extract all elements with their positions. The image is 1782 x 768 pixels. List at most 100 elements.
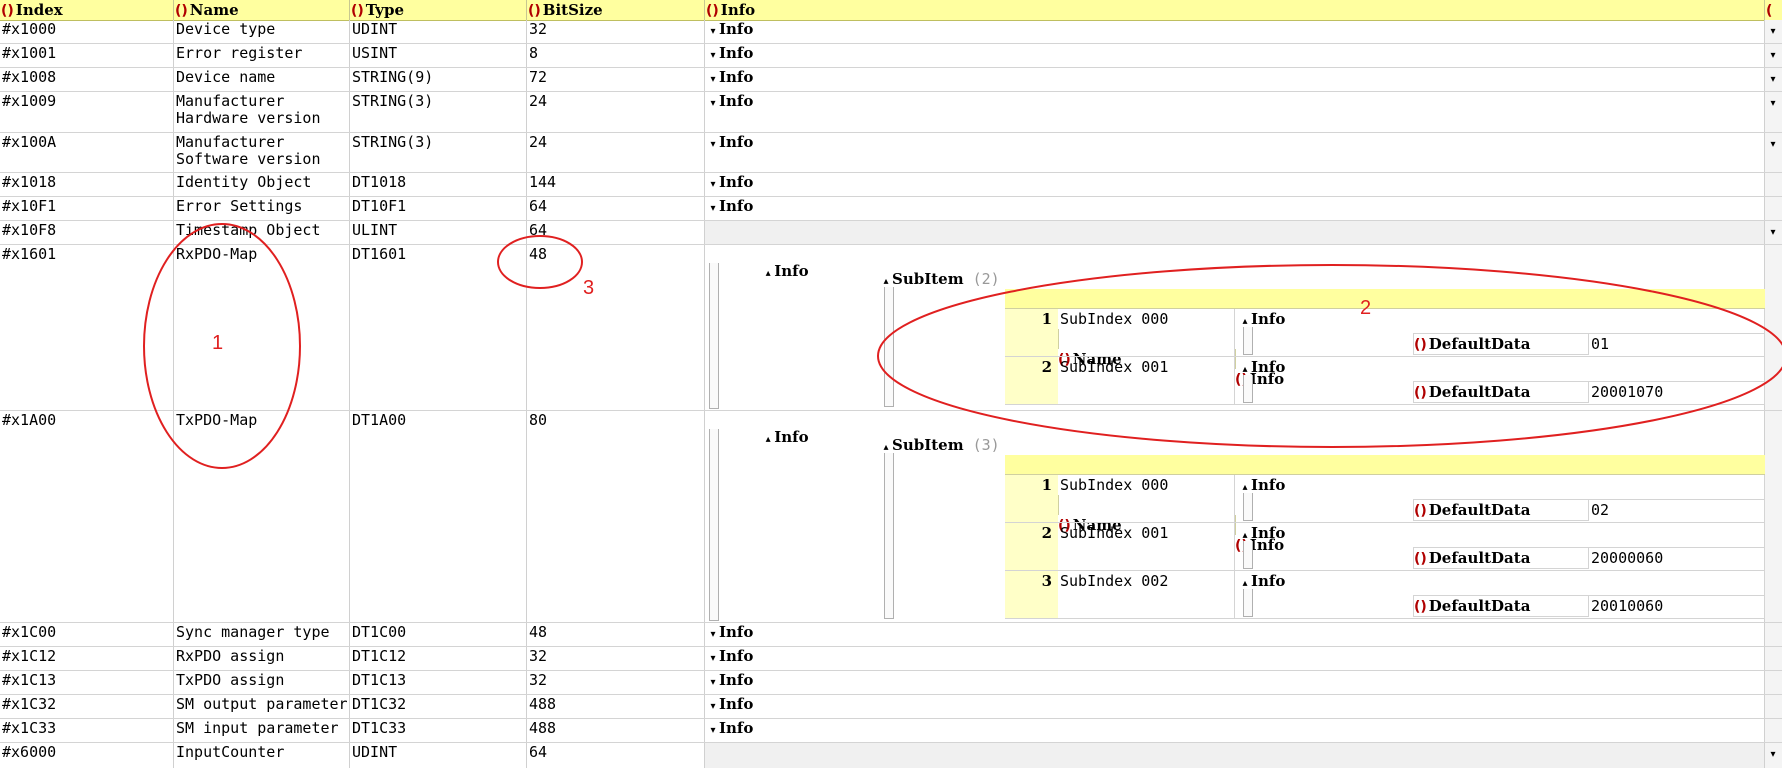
subitem-title[interactable]: ▴ SubItem (3) [880,435,999,458]
row-scroll-cell[interactable] [1765,719,1782,742]
info-cell[interactable]: ▾ Info [705,197,1765,220]
info-cell[interactable]: ▾ Info [705,671,1765,694]
subitem-info-scrollbar[interactable] [1243,589,1253,617]
triangle-down-icon[interactable]: ▾ [707,136,719,153]
header-info[interactable]: () Info [705,0,1765,20]
subitem-scrollbar[interactable] [884,453,894,619]
row-scroll-cell[interactable] [1765,411,1782,622]
row-expand-arrow[interactable]: ▾ [1765,44,1782,67]
triangle-down-icon[interactable]: ▾ [707,698,719,715]
info-cell[interactable]: ▾ Info [705,623,1765,646]
subitem-info-scrollbar[interactable] [1243,541,1253,569]
subitem-info-scrollbar[interactable] [1243,375,1253,403]
row-expand-arrow[interactable]: ▾ [1765,133,1782,172]
triangle-down-icon[interactable]: ▾ [707,71,719,88]
triangle-down-icon[interactable]: ▾ [1767,71,1779,88]
triangle-down-icon[interactable]: ▾ [707,95,719,112]
triangle-down-icon[interactable]: ▾ [707,674,719,691]
table-row[interactable]: #x1018 Identity Object DT1018 144 ▾ Info [0,173,1782,197]
triangle-down-icon[interactable]: ▾ [707,626,719,643]
row-scroll-cell[interactable] [1765,197,1782,220]
triangle-down-icon[interactable]: ▾ [707,650,719,667]
triangle-up-icon[interactable]: ▴ [762,431,774,448]
triangle-down-icon[interactable]: ▾ [1767,746,1779,763]
table-row[interactable]: #x1C12 RxPDO assign DT1C12 32 ▾ Info [0,647,1782,671]
triangle-down-icon[interactable]: ▾ [1767,95,1779,112]
defaultdata-value[interactable]: 01 [1589,333,1765,355]
row-scroll-cell[interactable] [1765,695,1782,718]
subitem-info-cell[interactable]: ▴ Info () DefaultData 01 [1235,309,1765,357]
triangle-down-icon[interactable]: ▾ [1767,23,1779,40]
triangle-down-icon[interactable]: ▾ [1767,224,1779,241]
subitem-info-cell[interactable]: ▴ Info () DefaultData 20000060 [1235,523,1765,571]
info-scrollbar[interactable] [709,263,719,409]
table-row[interactable]: #x10F1 Error Settings DT10F1 64 ▾ Info [0,197,1782,221]
subitem-info-scrollbar[interactable] [1243,493,1253,521]
table-row[interactable]: #x1C00 Sync manager type DT1C00 48 ▾ Info [0,623,1782,647]
header-type[interactable]: () Type [350,0,527,20]
table-row-expanded[interactable]: #x1601 RxPDO-Map DT1601 48 ▴ Info ▴ SubIte… [0,245,1782,411]
info-cell[interactable]: ▾ Info [705,20,1765,43]
row-expand-arrow[interactable]: ▾ [1765,20,1782,43]
defaultdata-value[interactable]: 02 [1589,499,1765,521]
info-cell[interactable]: ▾ Info [705,173,1765,196]
row-scroll-cell[interactable] [1765,245,1782,410]
table-row[interactable]: #x1C32 SM output parameter DT1C32 488 ▾ I… [0,695,1782,719]
subitem-title[interactable]: ▴ SubItem (2) [880,269,999,292]
row-expand-arrow[interactable]: ▾ [1765,743,1782,768]
info-cell[interactable]: ▾ Info [705,68,1765,91]
triangle-down-icon[interactable]: ▾ [707,176,719,193]
defaultdata-value[interactable]: 20010060 [1589,595,1765,617]
table-row[interactable]: #x1C13 TxPDO assign DT1C13 32 ▾ Info [0,671,1782,695]
info-cell[interactable]: ▾ Info [705,695,1765,718]
info-label: Info [719,623,754,641]
triangle-down-icon[interactable]: ▾ [707,200,719,217]
triangle-down-icon[interactable]: ▾ [707,47,719,64]
triangle-down-icon[interactable]: ▾ [707,23,719,40]
info-cell[interactable]: ▾ Info [705,647,1765,670]
triangle-down-icon[interactable]: ▾ [707,722,719,739]
info-cell[interactable]: ▾ Info [705,44,1765,67]
header-name[interactable]: () Name [174,0,350,20]
subitem-info-scrollbar[interactable] [1243,327,1253,355]
table-row-expanded[interactable]: #x1A00 TxPDO-Map DT1A00 80 ▴ Info ▴ SubIte… [0,411,1782,623]
subitem-scrollbar[interactable] [884,287,894,407]
table-row[interactable]: #x10F8 Timestamp Object ULINT 64 ▾ [0,221,1782,245]
info-cell[interactable]: ▾ Info [705,133,1765,172]
info-cell[interactable]: ▾ Info [705,719,1765,742]
row-expand-arrow[interactable]: ▾ [1765,221,1782,244]
table-row[interactable]: #x1001 Error register USINT 8 ▾ Info ▾ [0,44,1782,68]
table-row[interactable]: #x100A Manufacturer Software version STR… [0,133,1782,173]
header-bitsize[interactable]: () BitSize [527,0,705,20]
row-scroll-cell[interactable] [1765,173,1782,196]
info-cell-expanded[interactable]: ▴ Info ▴ SubItem (2) () Name () Info 1 SubIn… [705,245,1765,410]
type-cell: DT10F1 [350,197,527,220]
table-row[interactable]: #x1008 Device name STRING(9) 72 ▾ Info ▾ [0,68,1782,92]
row-scroll-cell[interactable] [1765,623,1782,646]
defaultdata-value[interactable]: 20001070 [1589,381,1765,403]
defaultdata-value[interactable]: 20000060 [1589,547,1765,569]
table-row[interactable]: #x1000 Device type UDINT 32 ▾ Info ▾ [0,20,1782,44]
triangle-down-icon[interactable]: ▾ [1767,47,1779,64]
table-row[interactable]: #x6000 InputCounter UDINT 64 ▾ [0,743,1782,768]
name-cell: Device type [174,20,350,43]
info-cell-empty[interactable] [705,221,1765,244]
row-scroll-cell[interactable] [1765,647,1782,670]
subitem-info-cell[interactable]: ▴ Info () DefaultData 20001070 [1235,357,1765,405]
header-extra[interactable]: ( [1765,0,1782,20]
info-cell[interactable]: ▾ Info [705,92,1765,132]
subitem-name: SubIndex 002 [1058,571,1235,619]
info-scrollbar[interactable] [709,429,719,621]
header-index[interactable]: () Index [0,0,174,20]
subitem-info-cell[interactable]: ▴ Info () DefaultData 20010060 [1235,571,1765,619]
subitem-info-cell[interactable]: ▴ Info () DefaultData 02 [1235,475,1765,523]
triangle-up-icon[interactable]: ▴ [762,265,774,282]
table-row[interactable]: #x1C33 SM input parameter DT1C33 488 ▾ In… [0,719,1782,743]
row-scroll-cell[interactable] [1765,671,1782,694]
table-row[interactable]: #x1009 Manufacturer Hardware version STR… [0,92,1782,133]
triangle-down-icon[interactable]: ▾ [1767,136,1779,153]
row-expand-arrow[interactable]: ▾ [1765,68,1782,91]
info-cell-empty[interactable] [705,743,1765,768]
row-expand-arrow[interactable]: ▾ [1765,92,1782,132]
info-cell-expanded[interactable]: ▴ Info ▴ SubItem (3) () Name () Info 1 SubIn… [705,411,1765,622]
